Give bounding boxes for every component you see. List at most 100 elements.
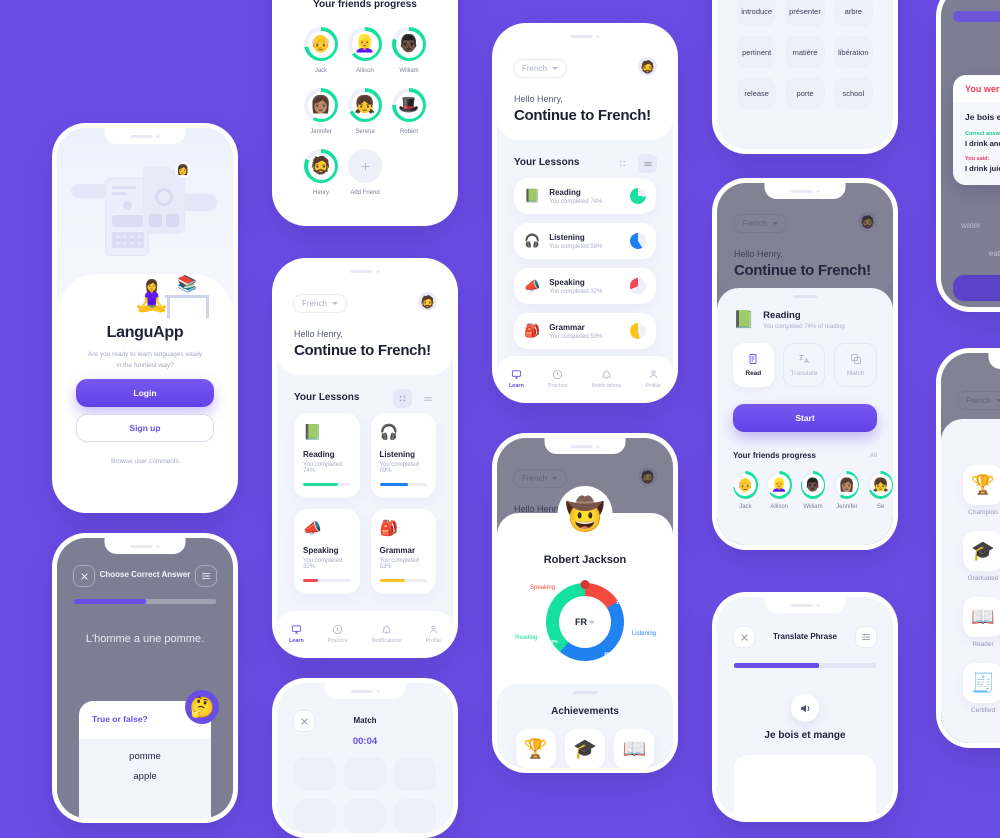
- friend-emoji: 🧔: [307, 152, 335, 180]
- login-button[interactable]: Login: [76, 379, 214, 407]
- friend-avatar[interactable]: 👨🏿 William: [392, 27, 426, 74]
- mode-match[interactable]: Match: [834, 343, 878, 387]
- match-tile[interactable]: [394, 757, 436, 791]
- sheet-grabber[interactable]: [573, 691, 597, 694]
- achievement-item[interactable]: 🎓 Graduated: [963, 531, 1000, 582]
- word-tile[interactable]: présenter: [785, 0, 825, 27]
- friend-avatar[interactable]: 👨🏿 William: [800, 471, 826, 510]
- play-audio-button[interactable]: [791, 694, 819, 722]
- word-tile[interactable]: pertinent: [737, 36, 777, 68]
- match-tile[interactable]: [294, 799, 336, 833]
- friend-name: Jack: [314, 68, 328, 74]
- friend-avatar[interactable]: 👧 Se: [868, 471, 893, 510]
- friend-emoji: 👧: [351, 91, 379, 119]
- phone-home-list: French 🧔 Hello Henry, Continue to French…: [492, 23, 678, 403]
- list-view-toggle[interactable]: [418, 389, 437, 408]
- friend-avatar[interactable]: 🎩 Robert: [392, 88, 426, 135]
- tab-practice[interactable]: Practice: [328, 624, 348, 644]
- list-view-toggle[interactable]: [638, 154, 657, 173]
- word-tile[interactable]: libération: [833, 36, 873, 68]
- word-tile[interactable]: introduce: [737, 0, 777, 27]
- achievement-item[interactable]: 📖: [614, 729, 655, 768]
- friend-avatar[interactable]: 👱‍♀️ Allison: [766, 471, 792, 510]
- start-button[interactable]: Start: [733, 404, 877, 432]
- friend-avatar[interactable]: 👩🏽 Jennifer: [834, 471, 860, 510]
- translate-icon: [799, 355, 809, 364]
- achievement-emoji: 📖: [614, 729, 655, 768]
- filter-icon: [861, 633, 871, 641]
- avatar[interactable]: 🧔: [418, 292, 437, 311]
- result-chip[interactable]: eat: [989, 249, 1000, 258]
- notch: [764, 183, 846, 199]
- friend-emoji: 👱‍♀️: [768, 474, 791, 496]
- friend-avatar[interactable]: 👴 Jack: [304, 27, 338, 74]
- notch: [104, 128, 186, 144]
- match-tile[interactable]: [294, 757, 336, 791]
- achievement-item[interactable]: 📖 Reader: [963, 597, 1000, 648]
- signup-button[interactable]: Sign up: [76, 414, 214, 442]
- lesson-emoji: 📗: [303, 424, 322, 441]
- achievement-emoji: 📖: [963, 597, 1000, 637]
- friends-all-link[interactable]: All: [870, 452, 877, 459]
- plus-icon: [361, 162, 369, 170]
- word-tile[interactable]: porte: [785, 77, 825, 109]
- grid-view-toggle[interactable]: [613, 154, 632, 173]
- translate-menu-button[interactable]: [855, 626, 877, 648]
- lesson-row[interactable]: 📗 Reading You completed 74%: [514, 178, 656, 214]
- friend-avatar[interactable]: 🧔 Henry: [304, 149, 338, 196]
- quiz-menu-button[interactable]: [195, 565, 217, 587]
- achievement-item[interactable]: 🏆 Champion: [963, 465, 1000, 516]
- achievement-item[interactable]: 🏆: [515, 729, 556, 768]
- profile-name: Robert Jackson: [543, 554, 627, 566]
- friend-avatar[interactable]: 👩🏽 Jennifer: [304, 88, 338, 135]
- match-tile[interactable]: [394, 799, 436, 833]
- add-friend-button[interactable]: Add Friend: [348, 149, 382, 196]
- lesson-name: Grammar: [379, 546, 416, 555]
- lesson-row[interactable]: 📣 Speaking You completed 32%: [514, 268, 656, 304]
- list-view-icon: [423, 396, 432, 401]
- lesson-card[interactable]: 🎒 Grammar You completed 53%: [370, 509, 436, 594]
- language-selector[interactable]: French: [293, 294, 347, 313]
- word-tile[interactable]: release: [737, 77, 777, 109]
- tab-practice[interactable]: Practice: [548, 369, 568, 389]
- grid-view-toggle[interactable]: [393, 389, 412, 408]
- lesson-card[interactable]: 🎧 Listening You completed 59%: [370, 413, 436, 498]
- donut-center[interactable]: FR: [559, 596, 611, 648]
- lesson-card[interactable]: 📣 Speaking You completed 32%: [294, 509, 360, 594]
- phone-word-grid: introduce présenter arbre pertinent mati…: [712, 0, 898, 154]
- lesson-card[interactable]: 📗 Reading You completed 74%: [294, 413, 360, 498]
- tab-profile[interactable]: Profile: [425, 624, 441, 644]
- mode-translate[interactable]: Translate: [782, 343, 826, 387]
- lesson-progress-text: You completed 59%: [379, 462, 419, 474]
- result-exit-button[interactable]: exit: [953, 275, 1000, 301]
- quiz-answer-card: True or false? 🤔 pomme apple: [79, 690, 219, 818]
- tab-notifications[interactable]: Notifications: [592, 369, 622, 389]
- lesson-sheet-title: Reading: [763, 310, 801, 321]
- match-tile[interactable]: [344, 799, 386, 833]
- language-selector[interactable]: French: [513, 59, 567, 78]
- result-chip[interactable]: water: [961, 221, 981, 230]
- tab-profile[interactable]: Profile: [645, 369, 661, 389]
- add-friend-label: Add Friend: [350, 190, 380, 196]
- tab-learn[interactable]: Learn: [509, 369, 524, 389]
- word-tile[interactable]: school: [833, 77, 873, 109]
- tab-notifications[interactable]: Notifications: [372, 624, 402, 644]
- tab-learn[interactable]: Learn: [289, 624, 304, 644]
- person-icon: [429, 625, 437, 634]
- mode-read[interactable]: Read: [733, 343, 774, 387]
- friend-avatar[interactable]: 👧 Serena: [348, 88, 382, 135]
- friend-avatar[interactable]: 👱‍♀️ Allison: [348, 27, 382, 74]
- achievement-item[interactable]: 🎓: [564, 729, 605, 768]
- result-card: You were Je bois et Correct answ I drink…: [953, 75, 1000, 185]
- translate-answer-area[interactable]: [734, 755, 876, 817]
- lesson-row[interactable]: 🎒 Grammar You completed 53%: [514, 313, 656, 349]
- avatar[interactable]: 🧔: [638, 57, 657, 76]
- achievement-item[interactable]: 🧾 Certified: [963, 663, 1000, 714]
- lesson-row[interactable]: 🎧 Listening You completed 59%: [514, 223, 656, 259]
- word-tile[interactable]: arbre: [833, 0, 873, 27]
- browse-comments-link[interactable]: Browse user comments: [57, 458, 233, 465]
- match-tile[interactable]: [344, 757, 386, 791]
- result-correct-label: Correct answ: [965, 131, 1000, 137]
- word-tile[interactable]: matière: [785, 36, 825, 68]
- friend-avatar[interactable]: 👴 Jack: [733, 471, 758, 510]
